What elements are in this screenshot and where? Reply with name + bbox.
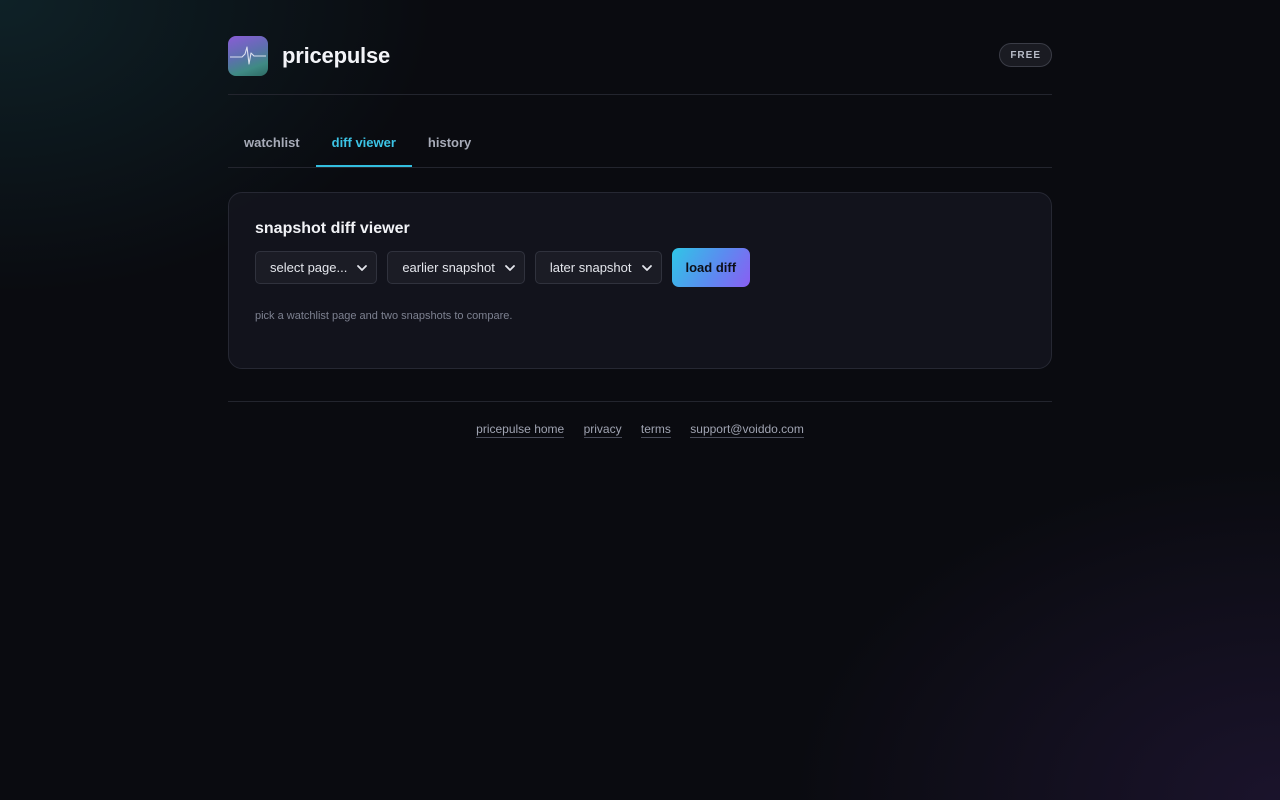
chevron-down-icon bbox=[504, 262, 516, 274]
app-name: pricepulse bbox=[282, 43, 391, 68]
main-tabs: watchlist diff viewer history bbox=[228, 123, 1052, 168]
tab-history[interactable]: history bbox=[412, 123, 487, 167]
footer-link-privacy[interactable]: privacy bbox=[583, 422, 622, 438]
page-select-value: select page... bbox=[270, 260, 348, 275]
diff-hint-text: pick a watchlist page and two snapshots … bbox=[255, 310, 513, 322]
tab-watchlist[interactable]: watchlist bbox=[228, 123, 316, 167]
app-container: pricepulse FREE watchlist diff viewer hi… bbox=[228, 0, 1052, 438]
later-snapshot-select[interactable]: later snapshot bbox=[534, 251, 662, 284]
chevron-down-icon bbox=[641, 262, 653, 274]
diff-controls: select page... earlier snapshot later sn… bbox=[255, 248, 1025, 287]
later-snapshot-value: later snapshot bbox=[549, 260, 632, 275]
page-select[interactable]: select page... bbox=[255, 251, 378, 284]
earlier-snapshot-select[interactable]: earlier snapshot bbox=[387, 251, 525, 284]
chevron-down-icon bbox=[356, 262, 368, 274]
footer-link-terms[interactable]: terms bbox=[640, 422, 671, 438]
footer-link-home[interactable]: pricepulse home bbox=[476, 422, 565, 438]
app-header: pricepulse FREE bbox=[228, 0, 1052, 95]
footer-link-support-email[interactable]: support@voiddo.com bbox=[690, 422, 804, 438]
app-footer: pricepulse home privacy terms support@vo… bbox=[228, 401, 1052, 438]
earlier-snapshot-value: earlier snapshot bbox=[402, 260, 495, 275]
diff-viewer-card: snapshot diff viewer select page... earl… bbox=[228, 192, 1052, 369]
load-diff-button[interactable]: load diff bbox=[671, 248, 751, 287]
plan-badge: FREE bbox=[999, 43, 1052, 67]
card-title: snapshot diff viewer bbox=[255, 220, 410, 237]
pulse-logo-icon bbox=[228, 36, 268, 76]
tab-diff-viewer[interactable]: diff viewer bbox=[315, 123, 412, 167]
